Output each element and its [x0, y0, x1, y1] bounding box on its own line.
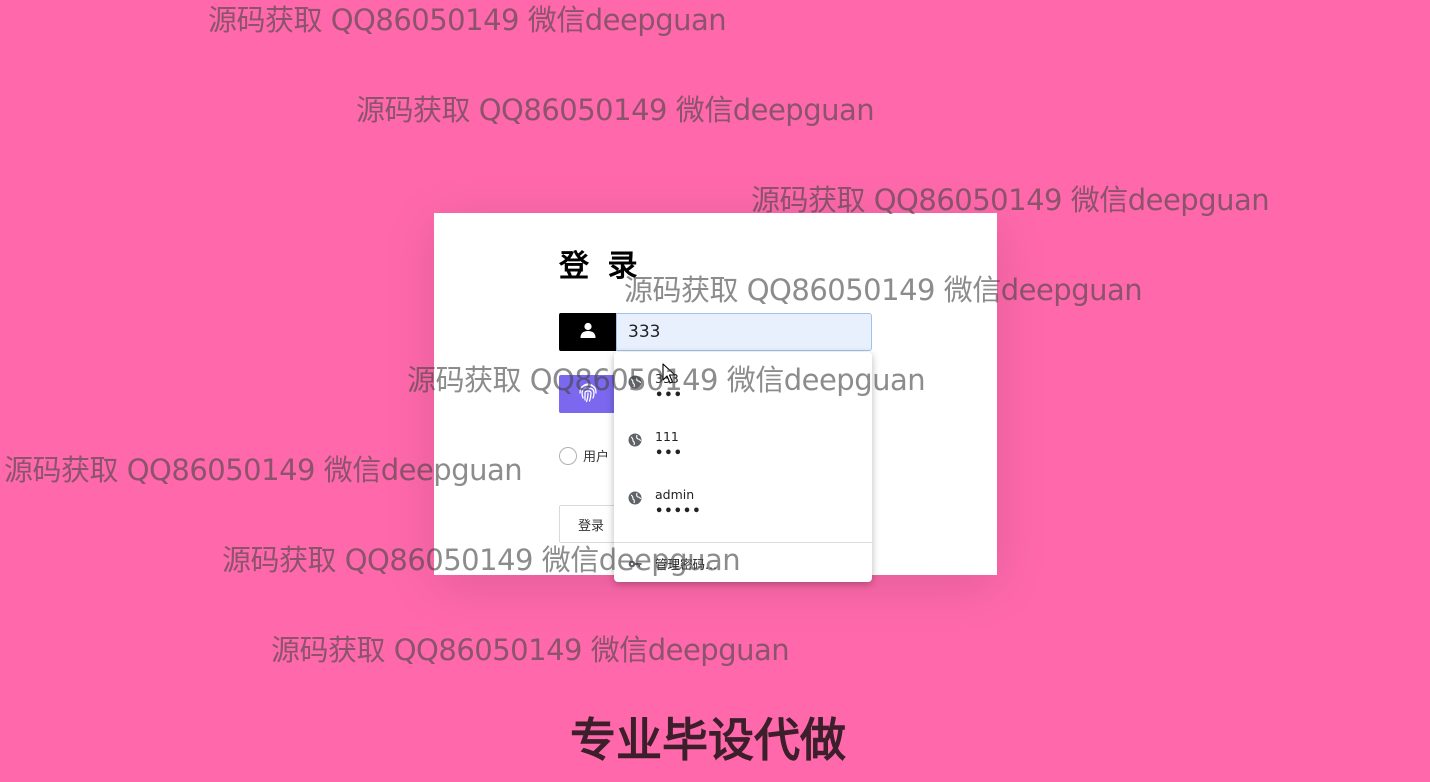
- radio-button[interactable]: [559, 446, 577, 465]
- username-input[interactable]: [616, 313, 872, 351]
- watermark-text: 源码获取 QQ86050149 微信deepguan: [208, 3, 727, 37]
- user-icon: [579, 321, 597, 343]
- globe-icon: [628, 490, 642, 509]
- watermark-text: 源码获取 QQ86050149 微信deepguan: [356, 93, 875, 127]
- watermark-text: 源码获取 QQ86050149 微信deepguan: [407, 363, 926, 397]
- watermark-text: 源码获取 QQ86050149 微信deepguan: [4, 453, 523, 487]
- watermark-text: 源码获取 QQ86050149 微信deepguan: [271, 633, 790, 667]
- watermark-text: 源码获取 QQ86050149 微信deepguan: [751, 183, 1270, 217]
- user-type-radio[interactable]: 用户: [559, 446, 609, 465]
- autofill-item[interactable]: 111 •••: [614, 410, 872, 468]
- autofill-username: admin: [655, 487, 695, 502]
- promo-banner: 专业毕设代做: [570, 713, 846, 767]
- autofill-password: •••••: [655, 504, 702, 519]
- autofill-password: •••: [655, 446, 683, 461]
- user-icon-box: [559, 313, 616, 351]
- autofill-item[interactable]: admin •••••: [614, 468, 872, 526]
- watermark-text: 源码获取 QQ86050149 微信deepguan: [624, 273, 1143, 307]
- autofill-username: 111: [655, 429, 679, 444]
- radio-label: 用户: [583, 450, 610, 465]
- watermark-text: 源码获取 QQ86050149 微信deepguan: [222, 543, 741, 577]
- globe-icon: [628, 432, 642, 451]
